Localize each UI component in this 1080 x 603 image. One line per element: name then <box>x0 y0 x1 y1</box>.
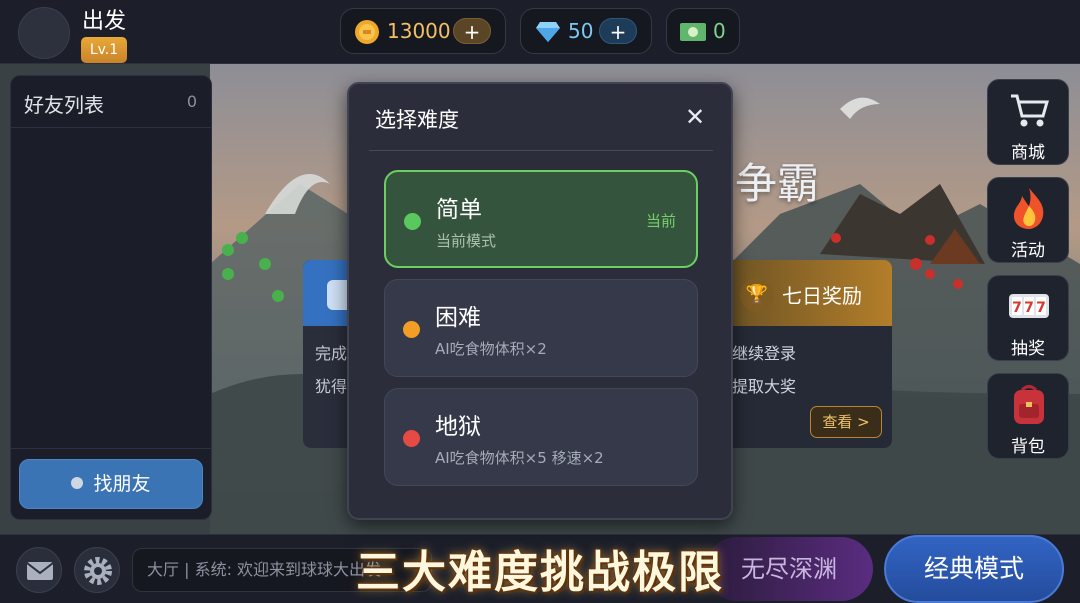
side-button-label: 商城 <box>1011 143 1045 163</box>
add-coins-button[interactable]: + <box>453 18 491 44</box>
seven-day-reward-card[interactable]: 🏆 七日奖励 继续登录 提取大奖 查看 > <box>720 260 892 448</box>
difficulty-dialog: 选择难度 ✕ 简单 当前模式 当前 困难 AI吃食物体积×2 地狱 AI吃食物体… <box>347 82 733 520</box>
side-button-label: 背包 <box>1011 437 1045 457</box>
classic-mode-button[interactable]: 经典模式 <box>884 535 1064 603</box>
friends-divider <box>11 448 211 449</box>
gem-amount: 50 <box>568 19 594 43</box>
avatar[interactable] <box>18 7 70 59</box>
task-card-line: 完成 <box>315 344 348 363</box>
coin-icon <box>355 20 379 44</box>
friends-title: 好友列表 <box>24 93 104 117</box>
backpack-button[interactable]: 背包 <box>987 373 1069 459</box>
mail-icon <box>26 562 54 580</box>
find-friends-button[interactable]: 找朋友 <box>19 459 203 509</box>
shop-button[interactable]: 商城 <box>987 79 1069 165</box>
close-icon[interactable]: ✕ <box>683 105 707 130</box>
level-badge: Lv.1 <box>81 37 127 63</box>
cash-amount: 0 <box>713 19 726 43</box>
find-friends-label: 找朋友 <box>93 473 151 495</box>
status-dot-icon <box>404 213 421 230</box>
side-button-label: 抽奖 <box>1011 339 1045 359</box>
backpack-icon <box>1014 385 1044 424</box>
flame-icon <box>1013 188 1044 229</box>
top-bar: 出发 Lv.1 13000 + 50 + 0 <box>0 0 1080 64</box>
coin-counter: 13000 + <box>340 8 506 54</box>
difficulty-description: AI吃食物体积×2 <box>435 340 547 358</box>
shopping-cart-icon <box>1011 94 1049 127</box>
reward-card-header: 🏆 七日奖励 <box>720 260 892 326</box>
gear-icon <box>84 557 112 585</box>
difficulty-option-hell[interactable]: 地狱 AI吃食物体积×5 移速×2 <box>384 388 698 486</box>
friends-header: 好友列表 0 <box>11 76 211 128</box>
dialog-title: 选择难度 <box>375 108 459 132</box>
friends-panel: 好友列表 0 找朋友 <box>10 75 212 520</box>
status-dot-icon <box>403 430 420 447</box>
add-gems-button[interactable]: + <box>599 18 637 44</box>
difficulty-name: 地狱 <box>435 414 481 440</box>
svg-text:7: 7 <box>1024 300 1034 316</box>
current-tag: 当前 <box>645 212 676 230</box>
reward-card-line: 提取大奖 <box>732 377 797 396</box>
difficulty-name: 简单 <box>436 197 482 223</box>
difficulty-name: 困难 <box>435 305 481 331</box>
view-reward-button[interactable]: 查看 > <box>810 406 882 438</box>
mail-button[interactable] <box>16 547 62 593</box>
lottery-button[interactable]: 7 7 7 抽奖 <box>987 275 1069 361</box>
background-title: 争霸 <box>735 159 820 208</box>
diamond-icon <box>536 22 560 42</box>
coin-amount: 13000 <box>387 19 451 43</box>
difficulty-description: AI吃食物体积×5 移速×2 <box>435 449 604 467</box>
player-name: 出发 <box>82 9 127 34</box>
svg-text:7: 7 <box>1012 300 1022 316</box>
status-dot-icon <box>403 321 420 338</box>
reward-title: 七日奖励 <box>782 284 862 308</box>
search-icon <box>71 476 84 489</box>
dialog-divider <box>369 150 713 151</box>
gem-counter: 50 + <box>520 8 652 54</box>
difficulty-description: 当前模式 <box>436 232 497 250</box>
trophy-icon: 🏆 <box>740 278 774 312</box>
slot-machine-icon: 7 7 7 <box>1009 294 1049 318</box>
difficulty-option-hard[interactable]: 困难 AI吃食物体积×2 <box>384 279 698 377</box>
svg-text:7: 7 <box>1036 300 1046 316</box>
task-card-line: 犹得 <box>315 377 348 396</box>
difficulty-option-easy[interactable]: 简单 当前模式 当前 <box>384 170 698 268</box>
cash-icon <box>680 23 706 41</box>
events-button[interactable]: 活动 <box>987 177 1069 263</box>
cash-counter: 0 <box>666 8 740 54</box>
reward-card-line: 继续登录 <box>732 344 797 363</box>
friends-count: 0 <box>186 92 197 111</box>
side-button-label: 活动 <box>1011 241 1045 261</box>
promo-caption: 三大难度挑战极限 <box>356 547 724 598</box>
settings-button[interactable] <box>74 547 120 593</box>
